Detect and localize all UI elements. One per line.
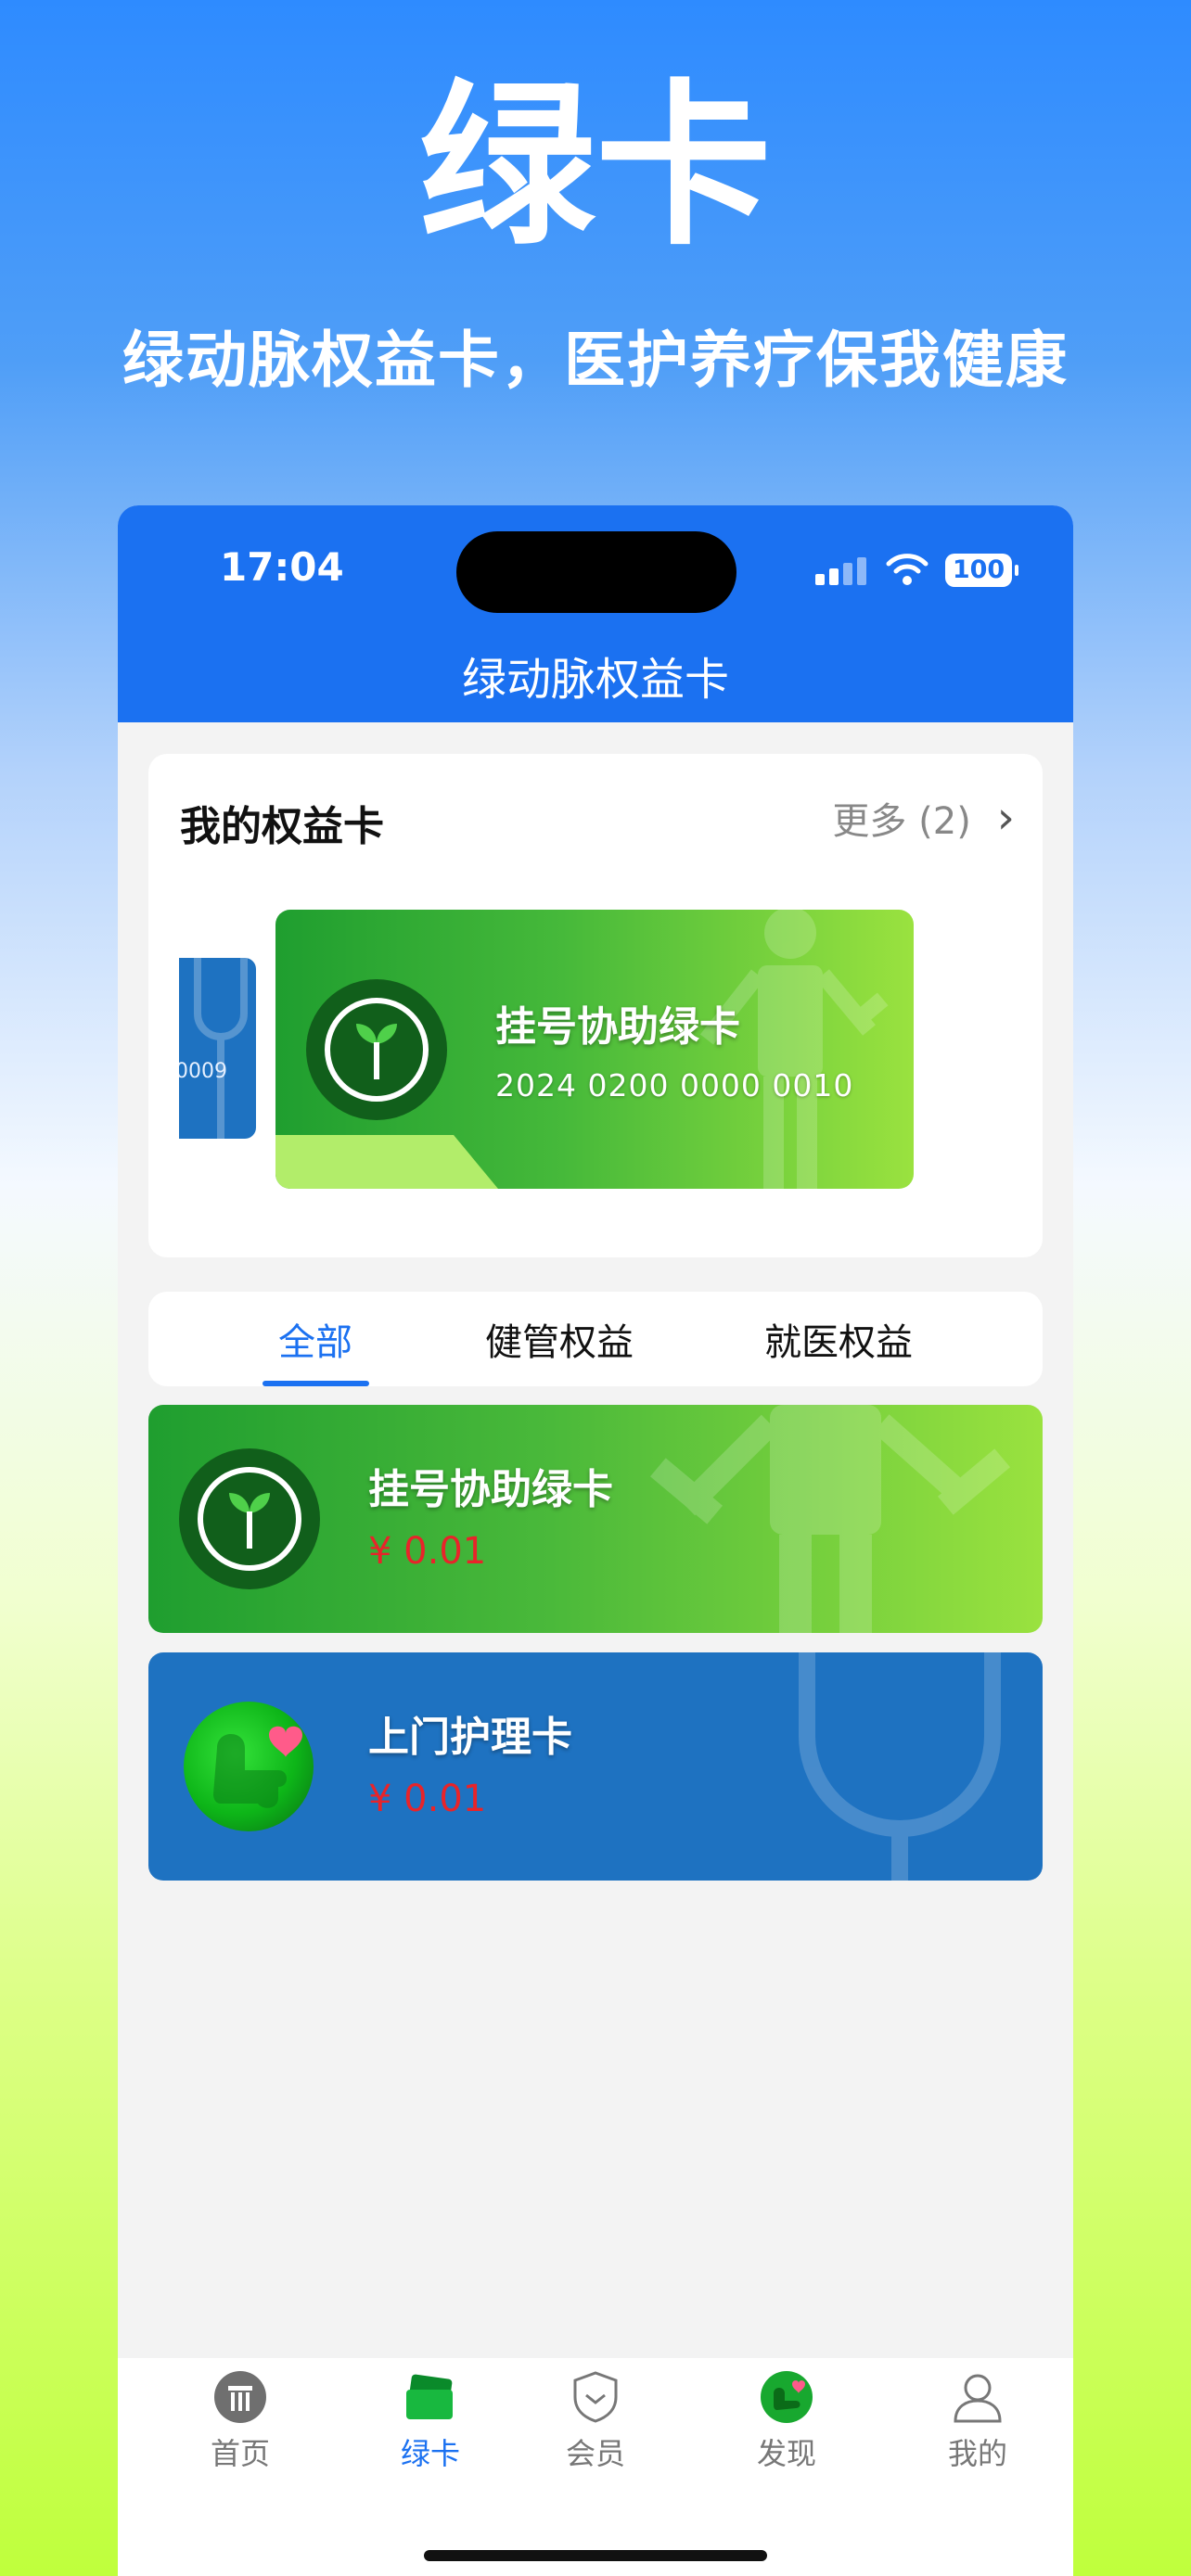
card-icon — [403, 2369, 458, 2425]
category-tabs: 全部 健管权益 就医权益 — [148, 1292, 1043, 1386]
chevron-right-icon: › — [996, 792, 1015, 844]
card-logo — [179, 1448, 320, 1589]
app-header: 17:04 100 绿动脉权益卡 — [118, 505, 1073, 722]
wifi-icon — [886, 554, 928, 585]
nav-home[interactable]: 首页 — [175, 2369, 305, 2473]
discover-icon — [759, 2369, 814, 2425]
list-item-price: ¥ 0.01 — [368, 1530, 487, 1573]
sprout-icon — [229, 1493, 270, 1549]
home-indicator — [424, 2550, 767, 2561]
list-item-price: ¥ 0.01 — [368, 1778, 487, 1820]
promo-subtitle: 绿动脉权益卡，医护养疗保我健康 — [122, 325, 1069, 396]
status-icons: 100 — [815, 552, 1019, 589]
heart-hand-icon — [213, 1726, 302, 1808]
promo-title: 绿卡 — [418, 64, 772, 269]
shield-icon — [568, 2369, 623, 2425]
list-item-registration-card[interactable]: 挂号协助绿卡 ¥ 0.01 — [148, 1405, 1043, 1633]
stethoscope-icon — [799, 1652, 1001, 1881]
bottom-tab-bar: 首页 绿卡 会员 发现 我的 — [118, 2358, 1073, 2576]
phone-screen: 17:04 100 绿动脉权益卡 我的权益卡 更多 (2) › 0009 挂号协… — [118, 505, 1073, 2576]
nav-discover-label: 发现 — [756, 2436, 816, 2471]
more-cards-label: 更多 (2) — [832, 800, 971, 843]
status-time: 17:04 — [220, 544, 344, 590]
card-logo — [306, 979, 447, 1120]
person-icon — [950, 2369, 1005, 2425]
home-icon — [212, 2369, 268, 2425]
featured-card[interactable]: 挂号协助绿卡 2024 0200 0000 0010 — [275, 910, 914, 1189]
nav-title: 绿动脉权益卡 — [461, 654, 729, 706]
battery-icon: 100 — [945, 554, 1018, 587]
more-cards-link[interactable]: 更多 (2) › — [832, 791, 1015, 845]
tab-medical-benefits[interactable]: 就医权益 — [764, 1312, 913, 1366]
my-cards-panel: 我的权益卡 更多 (2) › 0009 挂号协助绿卡 2024 0200 000… — [148, 754, 1043, 1257]
featured-card-name: 挂号协助绿卡 — [495, 1003, 740, 1051]
sprout-icon — [356, 1024, 397, 1079]
featured-card-number: 2024 0200 0000 0010 — [495, 1067, 854, 1103]
fitness-figure-icon — [650, 1405, 1010, 1633]
stethoscope-icon — [194, 958, 248, 1139]
list-item-name: 上门护理卡 — [368, 1714, 572, 1761]
nav-green-card[interactable]: 绿卡 — [365, 2369, 495, 2473]
partial-card[interactable]: 0009 — [179, 958, 256, 1139]
nav-member[interactable]: 会员 — [531, 2369, 660, 2473]
nursing-logo — [184, 1702, 314, 1831]
nav-profile-label: 我的 — [947, 2436, 1007, 2471]
active-tab-indicator — [263, 1381, 369, 1386]
dynamic-island — [456, 531, 736, 613]
my-cards-title: 我的权益卡 — [180, 803, 384, 850]
nav-discover[interactable]: 发现 — [722, 2369, 852, 2473]
tab-all[interactable]: 全部 — [278, 1312, 352, 1366]
nav-home-label: 首页 — [210, 2436, 270, 2471]
list-item-home-nursing-card[interactable]: 上门护理卡 ¥ 0.01 — [148, 1652, 1043, 1881]
card-accent-strip — [275, 1135, 498, 1189]
cellular-signal-icon — [815, 557, 867, 585]
nav-profile[interactable]: 我的 — [913, 2369, 1043, 2473]
tab-health-management[interactable]: 健管权益 — [485, 1312, 634, 1366]
nav-green-card-label: 绿卡 — [400, 2436, 460, 2471]
nav-member-label: 会员 — [565, 2436, 625, 2471]
list-item-name: 挂号协助绿卡 — [368, 1466, 613, 1513]
partial-card-number: 0009 — [179, 1060, 227, 1083]
